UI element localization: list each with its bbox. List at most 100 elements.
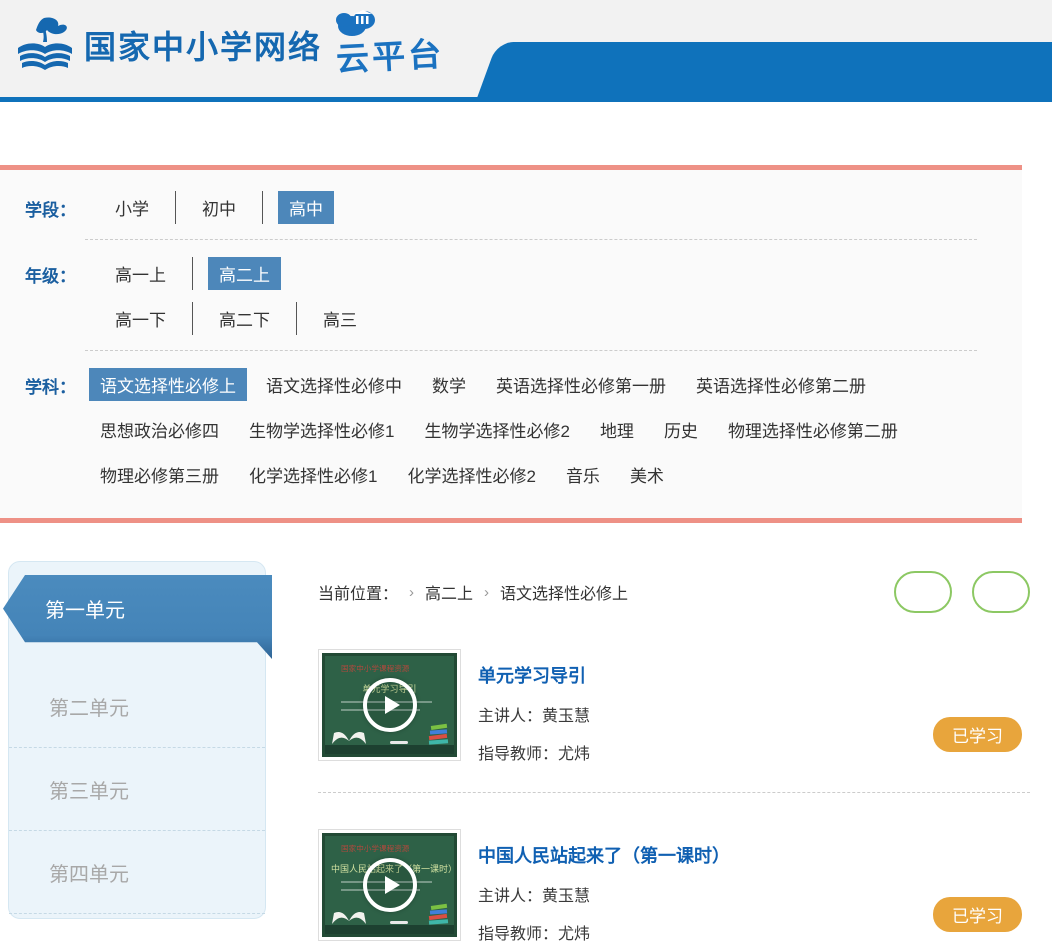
stage-option[interactable]: 小学: [104, 191, 160, 224]
subject-option[interactable]: 物理选择性必修第二册: [717, 413, 909, 446]
site-logo[interactable]: 国家中小学网络 云平台: [14, 12, 444, 78]
stage-option[interactable]: 高中: [278, 191, 334, 224]
subject-option[interactable]: 数学: [421, 368, 477, 401]
course-info: 中国人民站起来了（第一课时） 主讲人：黄玉慧 指导教师：尤炜: [478, 829, 730, 944]
grade-options-row1: 高一上高二上: [89, 257, 383, 290]
chalkboard-tray: [325, 745, 454, 754]
subject-option[interactable]: 生物学选择性必修2: [413, 413, 580, 446]
advisor-name: 尤炜: [558, 746, 590, 763]
sidebar-unit-item[interactable]: 第二单元: [9, 665, 265, 747]
course-presenter-line: 主讲人：黄玉慧: [478, 882, 730, 906]
course-thumbnail[interactable]: 国家中小学课程资源 单元学习导引: [318, 649, 461, 761]
chalkboard-thumbnail: 国家中小学课程资源 中国人民站起来了（第一课时）: [322, 833, 457, 937]
subject-filter-label: 学科：: [25, 368, 89, 398]
course-advisor-line: 指导教师：尤炜: [478, 920, 730, 944]
course-thumbnail[interactable]: 国家中小学课程资源 中国人民站起来了（第一课时）: [318, 829, 461, 941]
cloud-platform-logo: 云平台: [336, 12, 444, 78]
sidebar-unit-label: 第三单元: [49, 775, 129, 804]
subject-option[interactable]: 语文选择性必修上: [89, 368, 247, 401]
course-info: 单元学习导引 主讲人：黄玉慧 指导教师：尤炜: [478, 649, 590, 764]
status-badge: 已学习: [933, 897, 1022, 932]
subject-filter-row: 学科： 语文选择性必修上语文选择性必修中数学英语选择性必修第一册英语选择性必修第…: [0, 355, 1022, 502]
subject-options-row1: 语文选择性必修上语文选择性必修中数学英语选择性必修第一册英语选择性必修第二册: [89, 368, 909, 401]
subject-options-row3: 物理必修第三册化学选择性必修1化学选择性必修2 音乐美术: [89, 458, 909, 491]
breadcrumb-item[interactable]: 语文选择性必修上: [500, 580, 628, 604]
site-title-suffix: 云平台: [335, 27, 445, 81]
sidebar-unit-item[interactable]: 第一单元: [3, 575, 272, 659]
chalkboard-tray: [325, 925, 454, 934]
stacked-books-icon: [427, 720, 449, 746]
subject-option[interactable]: 化学选择性必修1: [238, 458, 388, 491]
thumbnail-brand-text: 国家中小学课程资源: [341, 843, 448, 853]
subject-option[interactable]: 思想政治必修四: [89, 413, 230, 446]
stacked-books-icon: [427, 900, 449, 926]
filter-divider: [85, 239, 977, 240]
sidebar-unit-label: 第一单元: [45, 594, 125, 623]
open-book-icon: [330, 907, 368, 927]
main-column: 当前位置： › 高二上 › 语文选择性必修上: [318, 561, 1030, 944]
course-advisor-line: 指导教师：尤炜: [478, 740, 590, 764]
subject-options-row2: 思想政治必修四生物学选择性必修1生物学选择性必修2 地理历史物理选择性必修第二册: [89, 413, 909, 446]
subject-option[interactable]: 历史: [653, 413, 709, 446]
chevron-right-icon: ›: [409, 584, 414, 601]
subject-option[interactable]: 美术: [619, 458, 675, 491]
subject-option[interactable]: 英语选择性必修第一册: [485, 368, 677, 401]
breadcrumb-items: › 高二上 › 语文选择性必修上: [409, 580, 628, 604]
breadcrumb-item[interactable]: 高二上: [425, 580, 473, 604]
stage-filter-label: 学段：: [25, 191, 89, 221]
sidebar-unit-label: 第四单元: [49, 858, 129, 887]
sidebar-unit-label: 第二单元: [49, 692, 129, 721]
play-icon[interactable]: [363, 678, 417, 732]
site-title: 国家中小学网络: [84, 22, 322, 68]
book-bird-logo-icon: [14, 14, 78, 76]
grade-filter-row: 年级： 高一上高二上 高一下高二下高三: [0, 244, 1022, 346]
filter-panel: 学段： 小学初中高中 年级： 高一上高二上 高一下高二下高三 学科： 语文选择性…: [0, 165, 1022, 523]
grade-option[interactable]: 高三: [312, 302, 368, 335]
subject-option[interactable]: 物理必修第三册: [89, 458, 230, 491]
grade-option[interactable]: 高二上: [208, 257, 281, 290]
stage-options: 小学初中高中: [89, 191, 349, 224]
grade-option[interactable]: 高二下: [208, 302, 281, 335]
main-nav: [477, 42, 1052, 98]
breadcrumb-label: 当前位置：: [318, 580, 398, 604]
stage-option[interactable]: 初中: [191, 191, 247, 224]
subject-option[interactable]: 生物学选择性必修1: [238, 413, 405, 446]
stage-filter-row: 学段： 小学初中高中: [0, 178, 1022, 235]
sidebar-unit-item[interactable]: 第四单元: [9, 830, 265, 914]
header-divider: [0, 97, 1052, 102]
site-header: 国家中小学网络 云平台: [0, 0, 1052, 102]
chalk-piece: [390, 921, 408, 924]
course-title-link[interactable]: 单元学习导引: [478, 662, 590, 688]
course-presenter-line: 主讲人：黄玉慧: [478, 702, 590, 726]
grade-filter-label: 年级：: [25, 257, 89, 287]
grade-option[interactable]: 高一下: [104, 302, 177, 335]
sidebar-unit-item[interactable]: 第三单元: [9, 747, 265, 830]
breadcrumb: 当前位置： › 高二上 › 语文选择性必修上: [318, 580, 628, 604]
advisor-name: 尤炜: [558, 926, 590, 943]
presenter-name: 黄玉慧: [542, 708, 590, 725]
action-buttons: [894, 571, 1030, 613]
action-button[interactable]: [972, 571, 1030, 613]
chevron-right-icon: ›: [484, 584, 489, 601]
topbar: 当前位置： › 高二上 › 语文选择性必修上: [318, 571, 1030, 613]
course-title-link[interactable]: 中国人民站起来了（第一课时）: [478, 842, 730, 868]
grade-options-row2: 高一下高二下高三: [89, 302, 383, 335]
subject-option[interactable]: 音乐: [555, 458, 611, 491]
open-book-icon: [330, 727, 368, 747]
course-divider: [318, 792, 1030, 793]
play-icon[interactable]: [363, 858, 417, 912]
grade-option[interactable]: 高一上: [104, 257, 177, 290]
subject-option[interactable]: 地理: [589, 413, 645, 446]
thumbnail-brand-text: 国家中小学课程资源: [341, 663, 448, 673]
filter-divider: [85, 350, 977, 351]
status-badge: 已学习: [933, 717, 1022, 752]
chalk-piece: [390, 741, 408, 744]
subject-option[interactable]: 英语选择性必修第二册: [685, 368, 877, 401]
subject-option[interactable]: 语文选择性必修中: [255, 368, 413, 401]
subject-option[interactable]: 化学选择性必修2: [396, 458, 546, 491]
action-button[interactable]: [894, 571, 952, 613]
course-item: 国家中小学课程资源 单元学习导引: [318, 649, 1030, 764]
chalkboard-thumbnail: 国家中小学课程资源 单元学习导引: [322, 653, 457, 757]
content-area: 第一单元 第二单元 第三单元 第四单元 当前位置：: [0, 561, 1052, 944]
course-item: 国家中小学课程资源 中国人民站起来了（第一课时）: [318, 829, 1030, 944]
